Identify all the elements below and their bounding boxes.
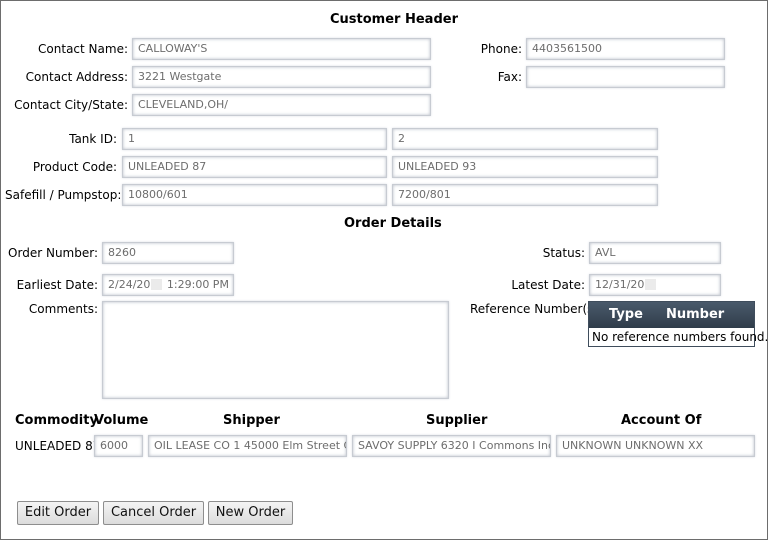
comments-textarea[interactable] — [102, 301, 449, 399]
earliest-date-field[interactable]: 2/24/20 1:29:00 PM — [102, 274, 234, 296]
earliest-time-value: 1:29:00 PM — [166, 278, 229, 291]
volume-field[interactable]: 6000 — [94, 435, 143, 457]
new-order-button[interactable]: New Order — [208, 501, 293, 525]
commodity-header: Commodity — [15, 413, 98, 428]
reference-table-header: Type Number — [589, 302, 754, 328]
safefill-pumpstop-label: Safefill / Pumpstop: — [5, 188, 122, 202]
status-field[interactable]: AVL — [589, 242, 721, 264]
column-header-number[interactable]: Number — [666, 307, 724, 322]
redacted-mark — [645, 279, 657, 290]
order-details-title: Order Details — [344, 216, 442, 231]
redacted-mark — [151, 279, 163, 290]
reference-numbers-label: Reference Number(s): — [470, 302, 603, 316]
contact-address-field[interactable]: 3221 Westgate — [132, 66, 431, 88]
contact-city-state-label: Contact City/State: — [14, 98, 128, 112]
shipper-header: Shipper — [223, 413, 280, 428]
shipper-field[interactable]: OIL LEASE CO 1 45000 Elm Street Cit — [148, 435, 347, 457]
status-label: Status: — [542, 246, 585, 260]
latest-date-value: 12/31/20 — [595, 278, 645, 291]
account-of-field[interactable]: UNKNOWN UNKNOWN XX — [556, 435, 755, 457]
latest-date-field[interactable]: 12/31/20 — [589, 274, 721, 296]
order-number-label: Order Number: — [8, 246, 98, 260]
contact-name-label: Contact Name: — [38, 42, 128, 56]
column-header-type[interactable]: Type — [609, 307, 643, 322]
phone-field[interactable]: 4403561500 — [526, 38, 725, 60]
commodity-value: UNLEADED 87 — [15, 439, 101, 453]
tank-id-field-2[interactable]: 2 — [392, 128, 658, 150]
contact-address-label: Contact Address: — [25, 70, 128, 84]
tank-id-field-1[interactable]: 1 — [122, 128, 387, 150]
fax-label: Fax: — [497, 70, 522, 84]
product-code-field-2[interactable]: UNLEADED 93 — [392, 156, 658, 178]
order-number-field[interactable]: 8260 — [102, 242, 234, 264]
reference-empty-message: No reference numbers found. — [589, 328, 768, 346]
supplier-header: Supplier — [426, 413, 488, 428]
edit-order-button[interactable]: Edit Order — [17, 501, 99, 525]
tank-id-label: Tank ID: — [69, 132, 117, 146]
cancel-order-button[interactable]: Cancel Order — [103, 501, 204, 525]
account-of-header: Account Of — [621, 413, 702, 428]
volume-header: Volume — [94, 413, 149, 428]
fax-field[interactable] — [526, 66, 725, 88]
product-code-field-1[interactable]: UNLEADED 87 — [122, 156, 387, 178]
latest-date-label: Latest Date: — [511, 278, 585, 292]
earliest-date-label: Earliest Date: — [16, 278, 98, 292]
contact-city-state-field[interactable]: CLEVELAND,OH/ — [132, 94, 431, 116]
earliest-date-value: 2/24/20 — [108, 278, 151, 291]
safefill-field-2[interactable]: 7200/801 — [392, 184, 658, 206]
product-code-label: Product Code: — [32, 160, 117, 174]
contact-name-field[interactable]: CALLOWAY'S — [132, 38, 431, 60]
safefill-field-1[interactable]: 10800/601 — [122, 184, 387, 206]
reference-numbers-table: Type Number No reference numbers found. — [588, 301, 768, 347]
order-form-window: Customer Header Contact Name: CALLOWAY'S… — [0, 0, 768, 540]
phone-label: Phone: — [480, 42, 522, 56]
customer-header-title: Customer Header — [330, 12, 458, 27]
comments-label: Comments: — [28, 302, 98, 316]
supplier-field[interactable]: SAVOY SUPPLY 6320 I Commons Inc — [352, 435, 551, 457]
